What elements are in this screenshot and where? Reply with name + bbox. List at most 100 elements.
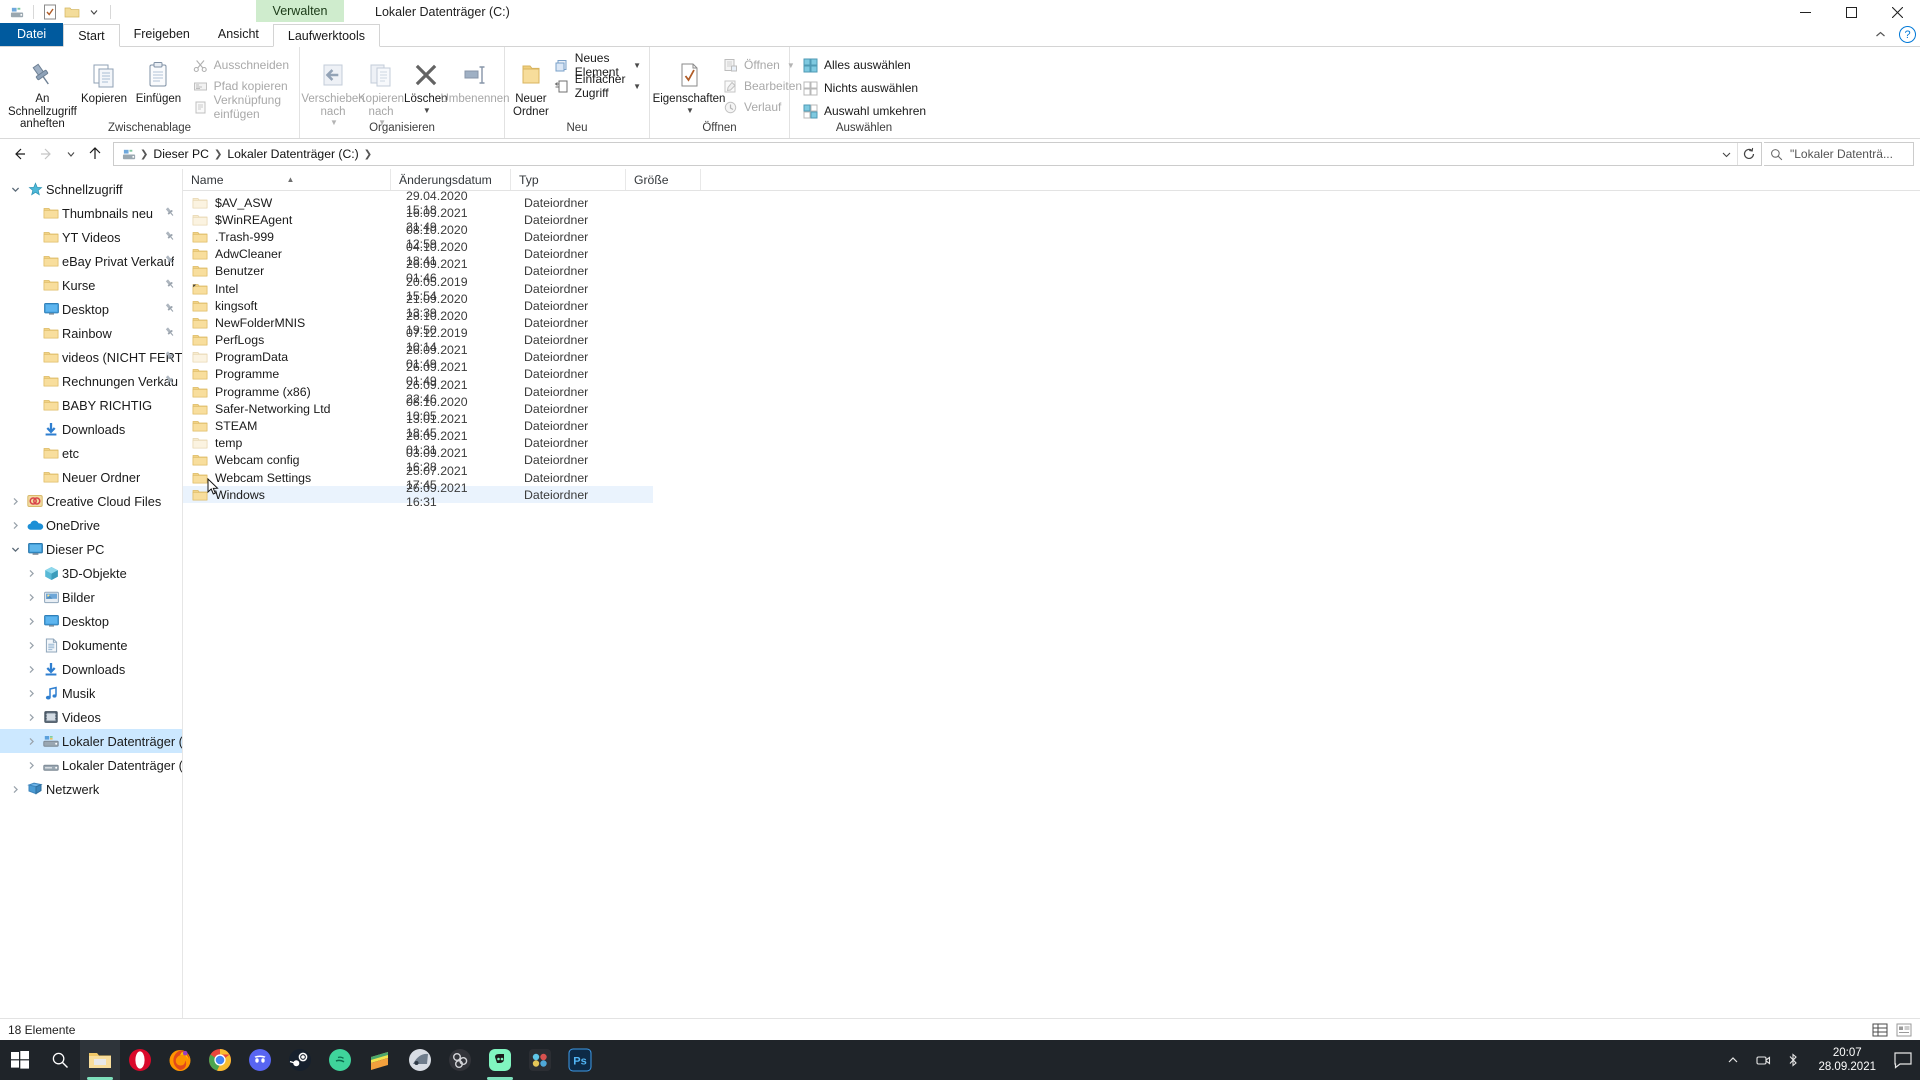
maximize-icon[interactable] xyxy=(1828,0,1874,24)
breadcrumb-dieser-pc[interactable]: Dieser PC xyxy=(149,144,213,165)
clock[interactable]: 20:07 28.09.2021 xyxy=(1808,1040,1886,1080)
column-header-name[interactable]: ▲ Name xyxy=(183,169,391,190)
chevron-right-icon[interactable] xyxy=(6,785,24,794)
minimize-icon[interactable] xyxy=(1782,0,1828,24)
easy-access-button[interactable]: Einfacher Zugriff ▼ xyxy=(553,72,641,100)
sublime-icon[interactable] xyxy=(360,1040,400,1080)
pin-icon[interactable] xyxy=(164,302,176,314)
chrome-icon[interactable] xyxy=(200,1040,240,1080)
sidebar-item-baby-richtig[interactable]: BABY RICHTIG xyxy=(0,393,182,417)
chevron-right-icon[interactable] xyxy=(6,521,24,530)
chevron-right-icon[interactable] xyxy=(22,665,40,674)
tab-laufwerktools[interactable]: Laufwerktools xyxy=(272,24,381,47)
sidebar-item-netzwerk[interactable]: Netzwerk xyxy=(0,777,182,801)
sidebar-item-3d-objekte[interactable]: 3D-Objekte xyxy=(0,561,182,585)
spotify-icon[interactable] xyxy=(320,1040,360,1080)
sidebar-item-etc[interactable]: etc xyxy=(0,441,182,465)
sidebar-item-rechnungen-verkau[interactable]: Rechnungen Verkau xyxy=(0,369,182,393)
sidebar-item-neuer-ordner[interactable]: Neuer Ordner xyxy=(0,465,182,489)
column-header-type[interactable]: Typ xyxy=(511,169,626,190)
discord-icon[interactable] xyxy=(240,1040,280,1080)
sidebar-item-bilder[interactable]: Bilder xyxy=(0,585,182,609)
invert-selection-button[interactable]: Auswahl umkehren xyxy=(802,102,926,120)
tab-freigeben[interactable]: Freigeben xyxy=(120,23,204,46)
paste-shortcut-button[interactable]: Verknüpfung einfügen xyxy=(192,93,291,121)
forward-arrow-icon[interactable] xyxy=(34,141,60,167)
chevron-down-icon[interactable] xyxy=(6,545,24,554)
pin-icon[interactable] xyxy=(164,254,176,266)
sidebar-item-kurse[interactable]: Kurse xyxy=(0,273,182,297)
chevron-right-icon[interactable] xyxy=(6,497,24,506)
sidebar-item-schnellzugriff[interactable]: Schnellzugriff xyxy=(0,177,182,201)
winrar-icon[interactable] xyxy=(400,1040,440,1080)
search-input[interactable]: "Lokaler Datenträ... xyxy=(1764,142,1914,166)
streamlabs-icon[interactable] xyxy=(480,1040,520,1080)
chevron-right-icon[interactable] xyxy=(22,617,40,626)
opera-icon[interactable] xyxy=(120,1040,160,1080)
chevron-right-icon[interactable] xyxy=(22,569,40,578)
photoshop-icon[interactable]: Ps xyxy=(560,1040,600,1080)
file-explorer-icon[interactable] xyxy=(80,1040,120,1080)
select-none-button[interactable]: Nichts auswählen xyxy=(802,79,926,97)
pin-icon[interactable] xyxy=(164,350,176,362)
properties-icon[interactable] xyxy=(39,1,61,23)
steam-icon[interactable] xyxy=(280,1040,320,1080)
chevron-right-icon[interactable] xyxy=(22,761,40,770)
taskbar-search-icon[interactable] xyxy=(40,1040,80,1080)
pin-icon[interactable] xyxy=(164,230,176,242)
sidebar-item-dokumente[interactable]: Dokumente xyxy=(0,633,182,657)
pin-icon[interactable] xyxy=(164,278,176,290)
new-folder-icon[interactable] xyxy=(61,1,83,23)
chevron-down-icon[interactable]: ▼ xyxy=(633,82,641,91)
chevron-right-icon[interactable] xyxy=(22,737,40,746)
sidebar-item-ebay-privat-verkauf[interactable]: eBay Privat Verkauf xyxy=(0,249,182,273)
tab-ansicht[interactable]: Ansicht xyxy=(204,23,273,46)
sidebar-item-thumbnails-neu[interactable]: Thumbnails neu xyxy=(0,201,182,225)
sidebar-item-creative-cloud-files[interactable]: Creative Cloud Files xyxy=(0,489,182,513)
pin-to-quick-access-button[interactable]: An Schnellzugriff anheften xyxy=(8,52,77,131)
up-arrow-icon[interactable] xyxy=(82,141,108,167)
table-row[interactable]: Windows 26.09.2021 16:31 Dateiordner xyxy=(183,481,653,509)
chevron-right-icon[interactable] xyxy=(22,593,40,602)
sidebar-item-downloads[interactable]: Downloads xyxy=(0,417,182,441)
column-header-size[interactable]: Größe xyxy=(626,169,701,190)
back-arrow-icon[interactable] xyxy=(6,141,32,167)
chevron-down-icon[interactable] xyxy=(1715,143,1737,165)
sidebar-item-lokaler-datentr-ger-c[interactable]: Lokaler Datenträger (C xyxy=(0,729,182,753)
chevron-down-icon[interactable]: ▼ xyxy=(423,106,431,115)
sidebar-item-rainbow[interactable]: Rainbow xyxy=(0,321,182,345)
sidebar-item-onedrive[interactable]: OneDrive xyxy=(0,513,182,537)
chevron-right-icon[interactable] xyxy=(22,689,40,698)
sidebar-item-videos[interactable]: Videos xyxy=(0,705,182,729)
rename-button[interactable]: Umbenennen xyxy=(441,52,510,106)
chevron-down-icon[interactable] xyxy=(6,185,24,194)
properties-button[interactable]: Eigenschaften ▼ xyxy=(653,52,725,115)
sidebar-item-desktop[interactable]: Desktop xyxy=(0,609,182,633)
sidebar-item-yt-videos[interactable]: YT Videos xyxy=(0,225,182,249)
chevron-up-icon[interactable] xyxy=(1718,1040,1748,1080)
davinci-resolve-icon[interactable] xyxy=(520,1040,560,1080)
move-to-button[interactable]: Verschieben nach ▼ xyxy=(301,52,365,127)
chevron-right-icon[interactable] xyxy=(22,641,40,650)
tab-datei[interactable]: Datei xyxy=(0,23,64,46)
firefox-icon[interactable] xyxy=(160,1040,200,1080)
paste-button[interactable]: Einfügen xyxy=(131,52,185,106)
customize-caret-icon[interactable] xyxy=(83,1,105,23)
recent-locations-icon[interactable] xyxy=(62,141,80,167)
help-icon[interactable]: ? xyxy=(1899,26,1916,43)
refresh-icon[interactable] xyxy=(1737,143,1759,165)
breadcrumb-bar[interactable]: ❯ Dieser PC ❯ Lokaler Datenträger (C:) ❯ xyxy=(113,142,1762,166)
file-rows[interactable]: $AV_ASW 29.04.2020 15:18 Dateiordner $WinRE… xyxy=(183,191,1920,1018)
pin-icon[interactable] xyxy=(164,206,176,218)
tiles-view-icon[interactable] xyxy=(1896,1022,1912,1038)
pin-icon[interactable] xyxy=(164,326,176,338)
action-center-icon[interactable] xyxy=(1886,1040,1920,1080)
close-icon[interactable] xyxy=(1874,0,1920,24)
details-view-icon[interactable] xyxy=(1872,1022,1888,1038)
cut-button[interactable]: Ausschneiden xyxy=(192,56,291,74)
pin-icon[interactable] xyxy=(164,374,176,386)
bluetooth-icon[interactable] xyxy=(1778,1040,1808,1080)
chevron-up-icon[interactable] xyxy=(1872,26,1889,43)
copy-button[interactable]: Kopieren xyxy=(77,52,131,106)
camera-icon[interactable] xyxy=(1748,1040,1778,1080)
